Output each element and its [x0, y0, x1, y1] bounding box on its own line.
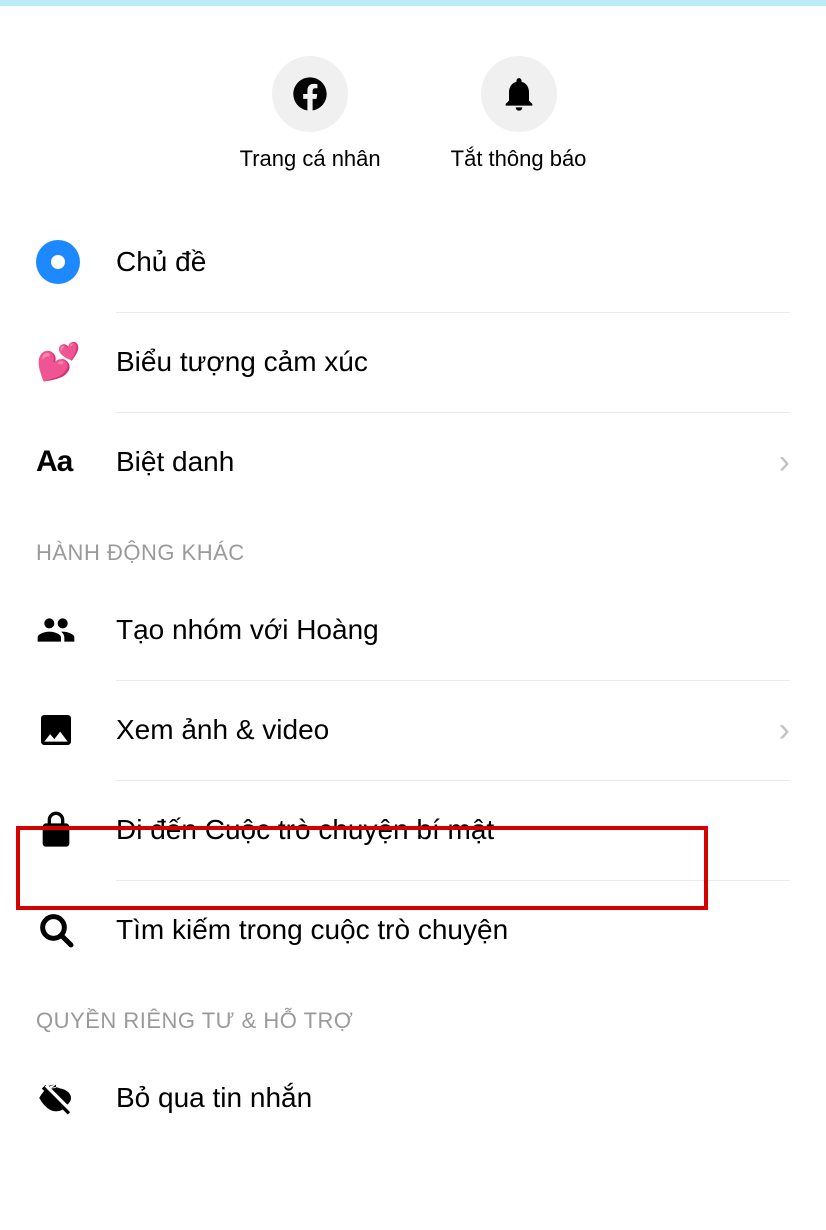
profile-action-label: Trang cá nhân: [240, 146, 381, 172]
chevron-right-icon: ›: [779, 443, 790, 482]
emoji-label: Biểu tượng cảm xúc: [92, 346, 790, 378]
ignore-label: Bỏ qua tin nhắn: [92, 1082, 790, 1114]
ignore-icon: [36, 1078, 92, 1118]
settings-screen: Trang cá nhân Tắt thông báo Chủ đề 💕 Biể…: [0, 6, 826, 1230]
lock-icon: [36, 810, 92, 850]
bell-icon: [481, 56, 557, 132]
other-actions-list: Tạo nhóm với Hoàng Xem ảnh & video › Đi …: [0, 580, 826, 980]
facebook-icon: [272, 56, 348, 132]
top-actions-row: Trang cá nhân Tắt thông báo: [0, 6, 826, 212]
hearts-icon: 💕: [36, 344, 81, 380]
secret-conversation-row[interactable]: Đi đến Cuộc trò chuyện bí mật: [0, 780, 826, 880]
nickname-label: Biệt danh: [92, 446, 779, 478]
privacy-support-header: QUYỀN RIÊNG TƯ & HỖ TRỢ: [0, 980, 826, 1048]
group-icon: [36, 610, 92, 650]
image-icon: [36, 710, 92, 750]
profile-action[interactable]: Trang cá nhân: [240, 56, 381, 172]
theme-label: Chủ đề: [92, 246, 790, 278]
nickname-row[interactable]: Aa Biệt danh ›: [0, 412, 826, 512]
secret-conversation-label: Đi đến Cuộc trò chuyện bí mật: [92, 814, 790, 846]
search-label: Tìm kiếm trong cuộc trò chuyện: [92, 914, 790, 946]
mute-action[interactable]: Tắt thông báo: [451, 56, 587, 172]
ignore-row[interactable]: Bỏ qua tin nhắn: [0, 1048, 826, 1148]
chevron-right-icon: ›: [779, 711, 790, 750]
customize-list: Chủ đề 💕 Biểu tượng cảm xúc Aa Biệt danh…: [0, 212, 826, 512]
create-group-label: Tạo nhóm với Hoàng: [92, 614, 790, 646]
other-actions-header: HÀNH ĐỘNG KHÁC: [0, 512, 826, 580]
mute-action-label: Tắt thông báo: [451, 146, 587, 172]
theme-row[interactable]: Chủ đề: [0, 212, 826, 312]
privacy-support-list: Bỏ qua tin nhắn: [0, 1048, 826, 1148]
create-group-row[interactable]: Tạo nhóm với Hoàng: [0, 580, 826, 680]
emoji-row[interactable]: 💕 Biểu tượng cảm xúc: [0, 312, 826, 412]
search-row[interactable]: Tìm kiếm trong cuộc trò chuyện: [0, 880, 826, 980]
theme-icon: [36, 240, 80, 284]
view-media-label: Xem ảnh & video: [92, 714, 779, 746]
search-icon: [36, 910, 92, 950]
view-media-row[interactable]: Xem ảnh & video ›: [0, 680, 826, 780]
aa-icon: Aa: [36, 445, 72, 479]
